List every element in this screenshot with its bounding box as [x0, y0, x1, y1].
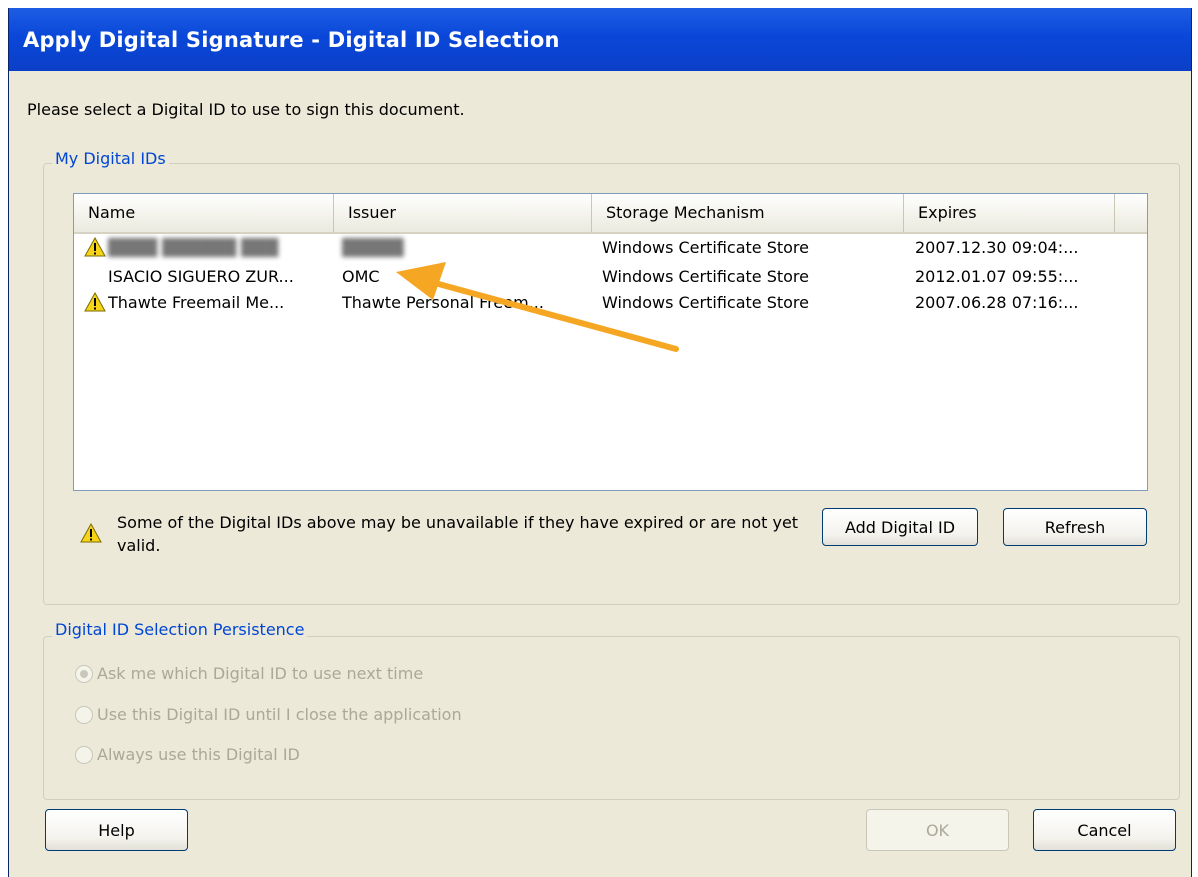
- cell-storage: Windows Certificate Store: [602, 267, 809, 286]
- cell-expires: 2012.01.07 09:55:...: [915, 267, 1079, 286]
- cell-expires: 2007.12.30 09:04:...: [915, 238, 1079, 257]
- my-digital-ids-legend: My Digital IDs: [52, 149, 169, 168]
- radio-button[interactable]: [75, 665, 93, 683]
- warning-triangle-icon: [84, 292, 106, 312]
- cell-storage: Windows Certificate Store: [602, 293, 809, 312]
- cell-issuer: █████: [342, 238, 404, 257]
- cell-expires: 2007.06.28 07:16:...: [915, 293, 1079, 312]
- cell-name: ISACIO SIGUERO ZUR...: [108, 267, 294, 286]
- cell-issuer: Thawte Personal Freem...: [342, 293, 544, 312]
- column-header-issuer[interactable]: Issuer: [334, 194, 592, 232]
- help-button[interactable]: Help: [45, 809, 188, 851]
- column-header-storage[interactable]: Storage Mechanism: [592, 194, 904, 232]
- ok-button[interactable]: OK: [866, 809, 1009, 851]
- instruction-text: Please select a Digital ID to use to sig…: [27, 100, 465, 119]
- radio-selected-dot: [80, 670, 88, 678]
- table-row[interactable]: ISACIO SIGUERO ZUR... OMC Windows Certif…: [74, 265, 1147, 288]
- table-row[interactable]: Thawte Freemail Me... Thawte Personal Fr…: [74, 291, 1147, 314]
- dialog-window: Apply Digital Signature - Digital ID Sel…: [8, 8, 1192, 877]
- cell-issuer: OMC: [342, 267, 380, 286]
- cell-name: ████ ██████ ███: [108, 238, 279, 257]
- refresh-button[interactable]: Refresh: [1003, 508, 1147, 546]
- digital-id-list[interactable]: Name Issuer Storage Mechanism Expires ██…: [73, 193, 1148, 491]
- column-header-name[interactable]: Name: [74, 194, 334, 232]
- radio-button[interactable]: [75, 746, 93, 764]
- warning-triangle-icon: [84, 237, 106, 257]
- window-title: Apply Digital Signature - Digital ID Sel…: [23, 28, 560, 52]
- add-digital-id-button[interactable]: Add Digital ID: [822, 508, 978, 546]
- column-header-expires[interactable]: Expires: [904, 194, 1115, 232]
- radio-label: Always use this Digital ID: [97, 745, 300, 764]
- list-header: Name Issuer Storage Mechanism Expires: [74, 194, 1147, 234]
- radio-button[interactable]: [75, 706, 93, 724]
- cancel-button[interactable]: Cancel: [1033, 809, 1176, 851]
- radio-label: Use this Digital ID until I close the ap…: [97, 705, 462, 724]
- cell-name: Thawte Freemail Me...: [108, 293, 285, 312]
- cell-storage: Windows Certificate Store: [602, 238, 809, 257]
- persistence-legend: Digital ID Selection Persistence: [52, 620, 308, 639]
- expiry-warning-text: Some of the Digital IDs above may be una…: [117, 513, 799, 555]
- radio-label: Ask me which Digital ID to use next time: [97, 664, 424, 683]
- table-row[interactable]: ████ ██████ ███ █████ Windows Certificat…: [74, 236, 1147, 259]
- title-bar[interactable]: Apply Digital Signature - Digital ID Sel…: [9, 8, 1191, 71]
- warning-triangle-icon: [80, 523, 102, 543]
